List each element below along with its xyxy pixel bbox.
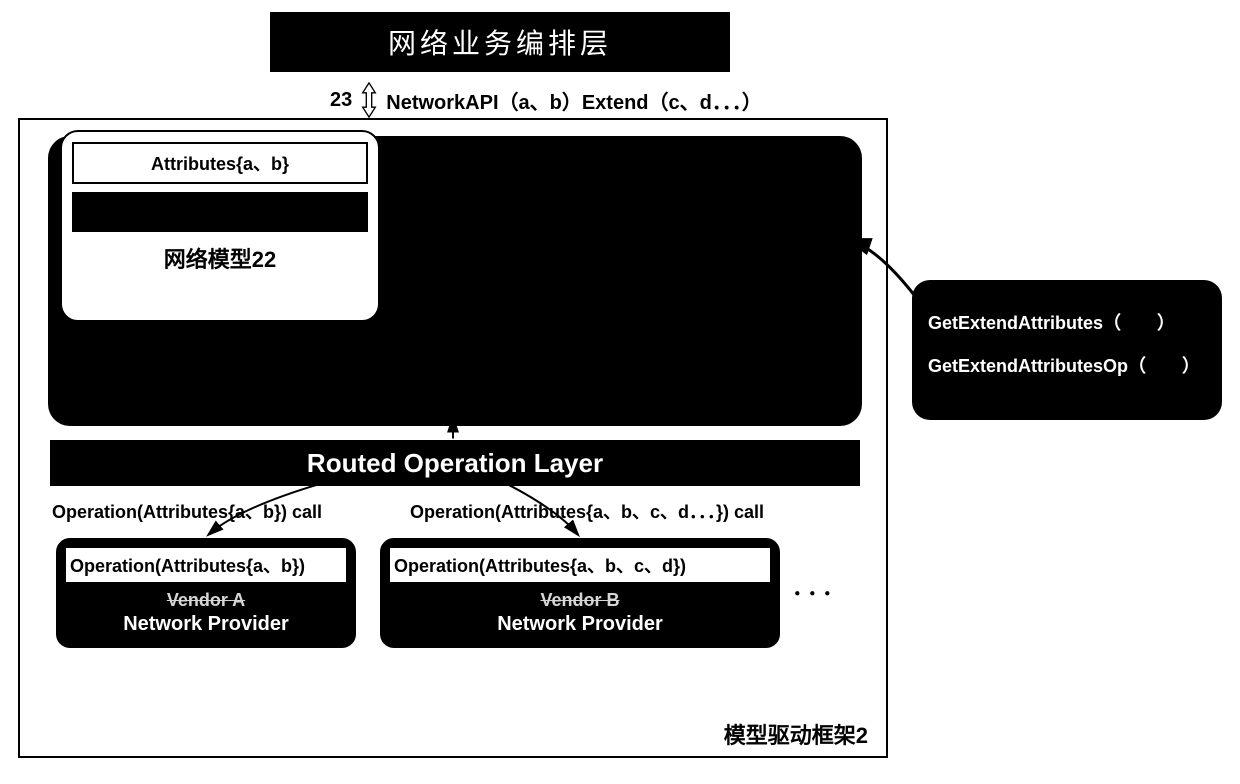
vendor-b-operation: Operation(Attributes{a、b、c、d}) (388, 546, 772, 584)
get-extend-attributes-op-label: GetExtendAttributesOp（ ） (928, 345, 1206, 388)
extend-attributes-box: GetExtendAttributes（ ） GetExtendAttribut… (912, 280, 1222, 420)
vendor-a-operation: Operation(Attributes{a、b}) (64, 546, 348, 584)
vendor-b-sub: Network Provider (388, 613, 772, 636)
model-driven-frame: Attributes{a、b} 网络模型22 Routed Operation … (18, 118, 888, 758)
orchestration-layer-label: 网络业务编排层 (388, 22, 612, 62)
vendor-a-sub: Network Provider (64, 613, 348, 636)
vendor-a-name: Vendor A (64, 590, 348, 611)
orchestration-layer-box: 网络业务编排层 (270, 12, 730, 72)
frame-title-label: 模型驱动框架2 (724, 718, 868, 750)
get-extend-attributes-label: GetExtendAttributes（ ） (928, 302, 1206, 345)
routed-operation-layer-bar: Routed Operation Layer (50, 440, 860, 486)
vendor-more-dots: ．．． (792, 570, 848, 602)
network-model-label: 网络模型22 (72, 242, 368, 274)
api-number-label: 23 (330, 89, 352, 112)
network-api-text: NetworkAPI（a、b）Extend（c、d．．．） (386, 86, 762, 115)
model-strip (72, 192, 368, 232)
vendor-b-name: Vendor B (388, 590, 772, 611)
operation-call-left: Operation(Attributes{a、b}) call (52, 498, 322, 524)
attributes-row: Attributes{a、b} (72, 142, 368, 184)
model-panel: Attributes{a、b} 网络模型22 (48, 136, 862, 426)
bidirectional-arrow-icon (360, 82, 378, 118)
network-model-box: Attributes{a、b} 网络模型22 (60, 130, 380, 322)
operation-call-right: Operation(Attributes{a、b、c、d．．．}) call (410, 498, 764, 524)
routed-operation-layer-label: Routed Operation Layer (307, 448, 603, 479)
vendor-a-box: Operation(Attributes{a、b}) Vendor A Netw… (56, 538, 356, 648)
vendor-b-box: Operation(Attributes{a、b、c、d}) Vendor B … (380, 538, 780, 648)
network-api-row: 23 NetworkAPI（a、b）Extend（c、d．．．） (330, 82, 762, 118)
